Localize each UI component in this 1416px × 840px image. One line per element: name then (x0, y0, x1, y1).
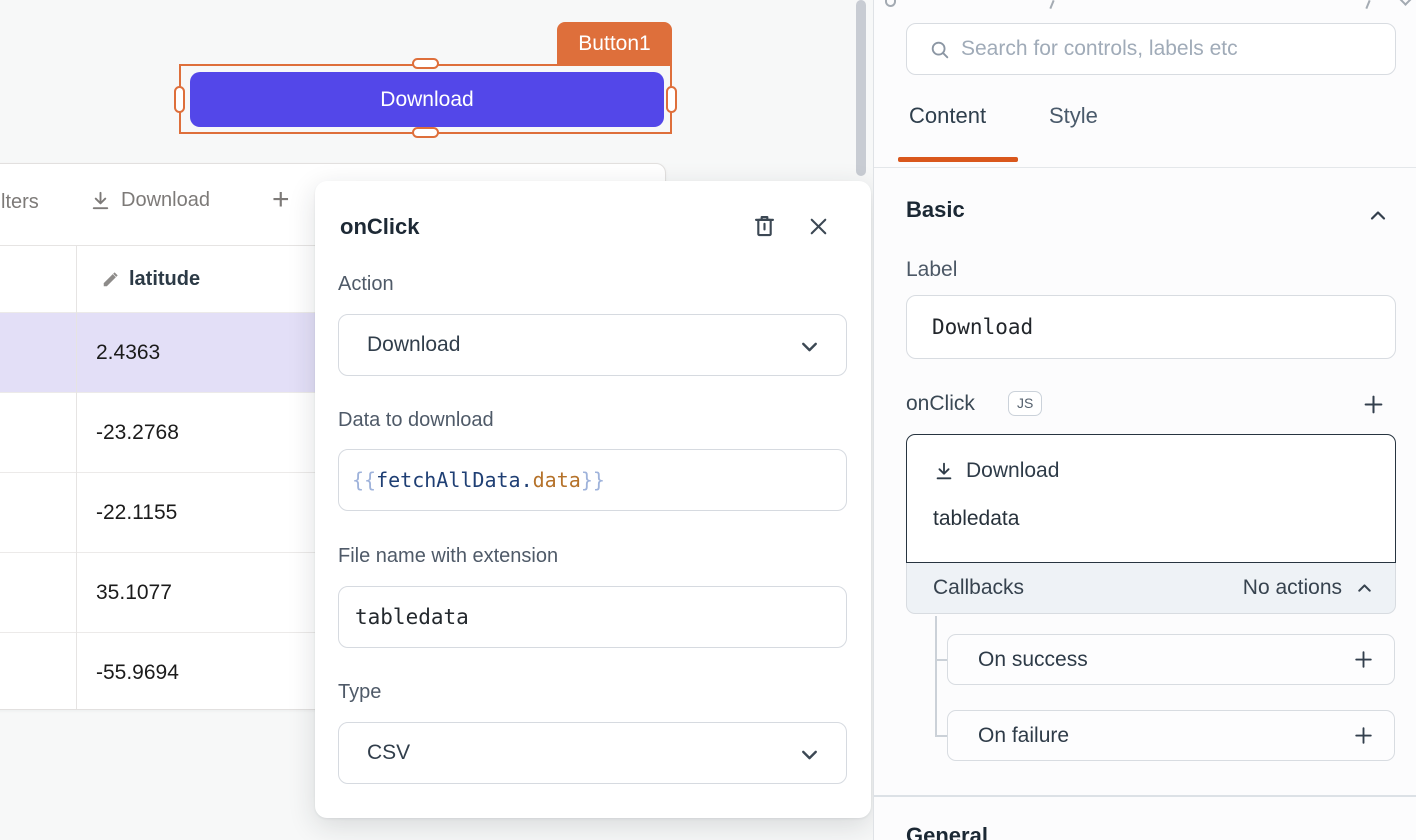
action-select-value: Download (367, 333, 460, 357)
label-input[interactable] (906, 295, 1396, 359)
code-object: fetchAllData (376, 468, 521, 492)
column-header-label: latitude (129, 268, 200, 291)
column-header-latitude[interactable]: latitude (101, 268, 200, 291)
onclick-action-popover: onClick Action Download Data to download… (315, 181, 871, 818)
download-icon (933, 460, 955, 482)
clipped-header-fragment (1049, 0, 1054, 9)
canvas-scrollbar-thumb[interactable] (856, 0, 866, 176)
code-property: data (533, 468, 581, 492)
section-heading-basic: Basic (906, 197, 965, 223)
onclick-property-label: onClick (906, 392, 975, 416)
label-field-title: Label (906, 258, 957, 282)
section-heading-general: General (906, 823, 988, 840)
download-button-widget[interactable]: Download (190, 72, 664, 127)
plus-icon (1360, 391, 1387, 418)
cell-latitude: -55.9694 (96, 661, 179, 685)
delete-action-button[interactable] (751, 212, 778, 239)
pencil-icon (101, 269, 121, 289)
callbacks-toggle[interactable]: Callbacks No actions (906, 563, 1396, 614)
plus-icon (1351, 723, 1376, 748)
trash-icon (751, 212, 778, 239)
resize-handle-right[interactable] (666, 86, 677, 113)
callbacks-status: No actions (1243, 576, 1342, 600)
column-divider (76, 246, 77, 709)
active-tab-indicator (898, 157, 1018, 162)
collapse-general-button[interactable] (1366, 833, 1390, 840)
action-label: Action (338, 273, 394, 296)
download-icon (89, 189, 112, 212)
tab-content[interactable]: Content (909, 103, 986, 129)
app-builder-screen: Button1 Download lters Download + (0, 0, 1416, 840)
callback-connector-line (935, 616, 937, 736)
cell-latitude: -23.2768 (96, 421, 179, 445)
data-to-download-field[interactable]: {{fetchAllData.data}} (338, 449, 847, 511)
resize-handle-bottom[interactable] (412, 127, 439, 138)
action-select[interactable]: Download (338, 314, 847, 376)
callback-connector-line (935, 735, 947, 737)
type-select[interactable]: CSV (338, 722, 847, 784)
file-name-label: File name with extension (338, 545, 558, 568)
collapse-basic-button[interactable] (1366, 204, 1390, 228)
on-success-row[interactable]: On success (947, 634, 1395, 685)
clipped-header-fragment (1399, 0, 1412, 6)
onclick-action-card[interactable]: Download tabledata Callbacks No actions (906, 434, 1396, 614)
clipped-header-fragment (885, 0, 896, 7)
file-name-field[interactable]: tabledata (338, 586, 847, 648)
action-card-action: Download (966, 459, 1059, 483)
resize-handle-top[interactable] (412, 58, 439, 69)
widget-name-label: Button1 (578, 32, 650, 56)
table-filters-button[interactable]: lters (1, 191, 39, 214)
on-failure-label: On failure (978, 724, 1069, 748)
property-search (906, 23, 1396, 75)
chevron-down-icon (797, 334, 822, 359)
code-open-braces: {{ (352, 468, 376, 492)
table-download-label: Download (121, 189, 210, 212)
callbacks-label: Callbacks (933, 576, 1024, 600)
table-add-row-button[interactable]: + (272, 183, 290, 217)
cell-latitude: 35.1077 (96, 581, 172, 605)
type-select-value: CSV (367, 741, 410, 765)
table-download-button[interactable]: Download (89, 189, 210, 212)
add-action-button[interactable] (1360, 391, 1387, 418)
chevron-up-icon (1366, 204, 1390, 228)
widget-name-tag[interactable]: Button1 (557, 22, 672, 66)
divider (874, 167, 1416, 168)
js-toggle-badge[interactable]: JS (1008, 391, 1042, 416)
search-icon (929, 39, 951, 61)
code-close-braces: }} (581, 468, 605, 492)
chevron-up-icon (1366, 833, 1390, 840)
chevron-up-icon (1354, 578, 1375, 599)
on-success-label: On success (978, 648, 1088, 672)
file-name-value: tabledata (355, 605, 469, 629)
divider (874, 795, 1416, 797)
popover-title: onClick (340, 214, 419, 240)
data-to-download-label: Data to download (338, 409, 494, 432)
action-card-file: tabledata (933, 507, 1019, 531)
property-pane: Content Style Basic Label onClick JS Dow… (873, 0, 1416, 840)
on-failure-row[interactable]: On failure (947, 710, 1395, 761)
action-card-summary[interactable]: Download tabledata (906, 434, 1396, 563)
cell-latitude: -22.1155 (96, 501, 177, 525)
cell-latitude: 2.4363 (96, 341, 160, 365)
clipped-header-fragment (1365, 0, 1370, 9)
search-input[interactable] (961, 24, 1381, 74)
resize-handle-left[interactable] (174, 86, 185, 113)
type-label: Type (338, 681, 381, 704)
callback-connector-line (935, 659, 947, 661)
chevron-down-icon (797, 742, 822, 767)
code-dot: . (521, 468, 533, 492)
close-icon[interactable] (806, 214, 831, 239)
tab-style[interactable]: Style (1049, 103, 1098, 129)
plus-icon (1351, 647, 1376, 672)
